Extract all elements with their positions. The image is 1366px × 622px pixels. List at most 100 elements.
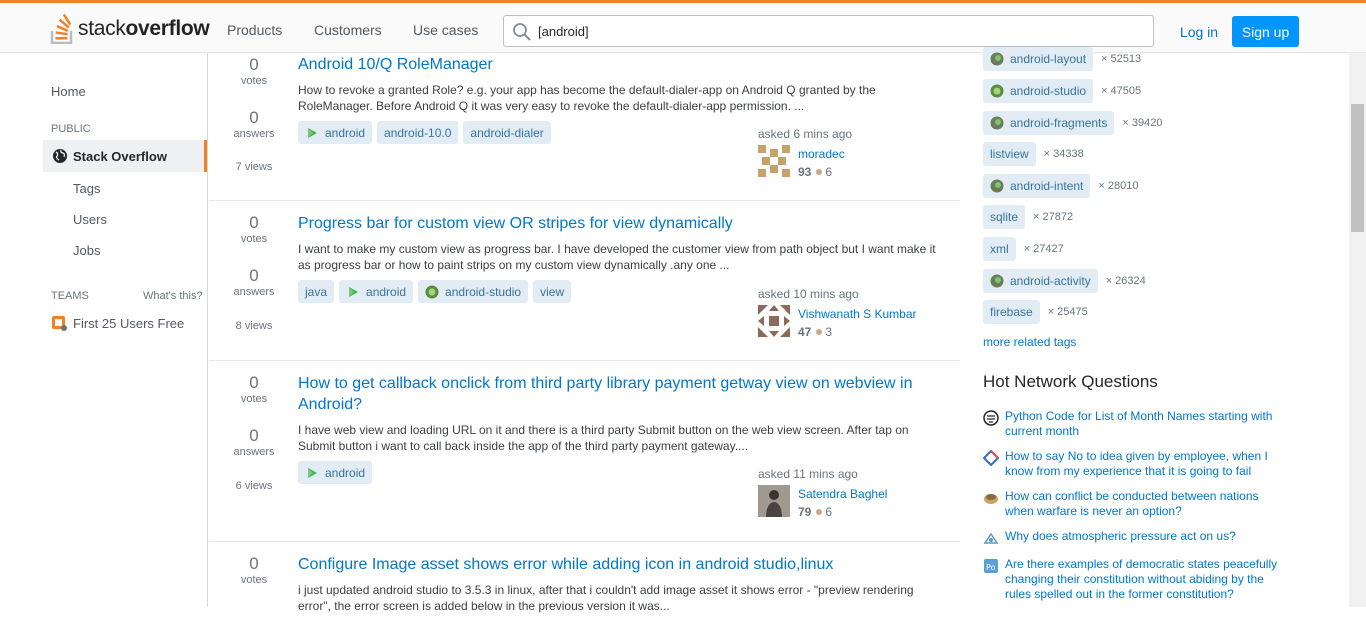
bronze-badge-icon bbox=[816, 169, 823, 175]
tag-count: × 47505 bbox=[1101, 85, 1142, 97]
nav-stack-overflow[interactable]: Stack Overflow bbox=[43, 140, 207, 172]
vote-count: 0 votes bbox=[240, 213, 268, 245]
asked-time: asked 6 mins ago bbox=[758, 127, 853, 141]
hot-question-item[interactable]: Why does atmospheric pressure act on us? bbox=[983, 529, 1283, 546]
answer-count: 0 answers bbox=[233, 108, 275, 140]
nav-jobs[interactable]: Jobs bbox=[73, 243, 100, 258]
nav-users[interactable]: Users bbox=[73, 212, 107, 227]
related-tag-row: android-activity × 26324 bbox=[983, 269, 1146, 293]
tag-count: × 27427 bbox=[1023, 243, 1064, 255]
teams-item[interactable]: First 25 Users Free bbox=[73, 316, 184, 331]
hot-question-link[interactable]: Why does atmospheric pressure act on us? bbox=[1005, 529, 1280, 546]
question-title[interactable]: How to get callback onclick from third p… bbox=[298, 373, 938, 415]
related-tag-row: android-intent × 28010 bbox=[983, 174, 1138, 198]
tag-view[interactable]: view bbox=[533, 280, 572, 303]
top-bar: stackoverflow Products Customers Use cas… bbox=[0, 0, 1366, 53]
tag-android[interactable]: android bbox=[339, 280, 414, 303]
tag-android-intent[interactable]: android-intent bbox=[983, 174, 1091, 198]
tag-count: × 34338 bbox=[1043, 148, 1084, 160]
nav-home[interactable]: Home bbox=[51, 84, 86, 99]
nav-use-cases[interactable]: Use cases bbox=[413, 22, 478, 38]
public-label: PUBLIC bbox=[51, 123, 91, 135]
android-icon bbox=[308, 467, 317, 478]
hot-question-item[interactable]: Python Code for List of Month Names star… bbox=[983, 409, 1283, 439]
related-tag-row: xml × 27427 bbox=[983, 237, 1064, 261]
tag-count: × 26324 bbox=[1105, 275, 1146, 287]
related-tag-row: android-studio × 47505 bbox=[983, 79, 1141, 103]
nav-products[interactable]: Products bbox=[227, 22, 282, 38]
signup-button[interactable]: Sign up bbox=[1232, 16, 1299, 47]
tag-android[interactable]: android bbox=[298, 461, 373, 484]
question-title[interactable]: Android 10/Q RoleManager bbox=[298, 54, 938, 75]
hot-question-item[interactable]: Po Are there examples of democratic stat… bbox=[983, 557, 1283, 602]
tag-listview[interactable]: listview bbox=[983, 142, 1036, 166]
question-excerpt: i just updated android studio to 3.5.3 i… bbox=[298, 583, 914, 613]
more-related-tags-link[interactable]: more related tags bbox=[983, 335, 1076, 349]
view-count: 8 views bbox=[235, 320, 273, 332]
question-tags: android android-10.0 android-dialer bbox=[298, 121, 551, 144]
question-summary: 0 votes Configure Image asset shows error… bbox=[209, 542, 960, 622]
hot-question-item[interactable]: How to say No to idea given by employee,… bbox=[983, 449, 1283, 479]
view-count: 6 views bbox=[235, 480, 273, 492]
user-name[interactable]: moradec bbox=[798, 147, 845, 161]
tag-sqlite[interactable]: sqlite bbox=[983, 205, 1026, 229]
tag-count: × 28010 bbox=[1098, 180, 1139, 192]
tag-android-studio[interactable]: android-studio bbox=[418, 280, 529, 303]
android-icon bbox=[990, 179, 1004, 193]
bronze-badge-icon bbox=[816, 329, 823, 335]
avatar[interactable] bbox=[758, 145, 790, 177]
hot-question-link[interactable]: How to say No to idea given by employee,… bbox=[1005, 449, 1280, 479]
question-title[interactable]: Configure Image asset shows error while … bbox=[298, 554, 938, 575]
asked-time: asked 10 mins ago bbox=[758, 287, 859, 301]
vote-count: 0 votes bbox=[240, 554, 268, 586]
android-studio-icon bbox=[425, 285, 439, 298]
question-tags: android bbox=[298, 461, 373, 484]
logo-text: stackoverflow bbox=[78, 17, 210, 40]
tag-android-10[interactable]: android-10.0 bbox=[377, 121, 459, 144]
android-icon bbox=[349, 286, 359, 297]
stackoverflow-logo[interactable]: stackoverflow bbox=[50, 13, 210, 45]
user-reputation: 79 6 bbox=[798, 505, 833, 519]
tag-count: × 52513 bbox=[1101, 53, 1142, 65]
codegolf-icon bbox=[983, 410, 999, 426]
nav-tags[interactable]: Tags bbox=[73, 181, 100, 196]
search-input[interactable]: [android] bbox=[503, 15, 1154, 47]
globe-icon bbox=[53, 149, 67, 163]
user-name[interactable]: Vishwanath S Kumbar bbox=[798, 307, 917, 321]
hot-question-item[interactable]: How can conflict be conducted between na… bbox=[983, 489, 1283, 519]
hot-question-link[interactable]: How can conflict be conducted between na… bbox=[1005, 489, 1280, 519]
avatar[interactable] bbox=[758, 485, 790, 517]
hot-question-link[interactable]: Are there examples of democratic states … bbox=[1005, 557, 1280, 602]
android-icon bbox=[990, 52, 1004, 66]
workplace-icon bbox=[983, 450, 999, 466]
svg-text:Po: Po bbox=[986, 563, 996, 572]
login-button[interactable]: Log in bbox=[1173, 16, 1225, 47]
user-name[interactable]: Satendra Baghel bbox=[798, 487, 887, 501]
tag-count: × 25475 bbox=[1047, 306, 1088, 318]
tag-xml[interactable]: xml bbox=[983, 237, 1016, 261]
android-icon bbox=[308, 127, 317, 138]
search-icon bbox=[513, 23, 531, 41]
search-value: [android] bbox=[538, 24, 589, 39]
avatar[interactable] bbox=[758, 305, 790, 337]
scrollbar-thumb[interactable] bbox=[1351, 104, 1364, 232]
question-summary: 0 votes 0 answers 8 views Progress bar for… bbox=[209, 201, 960, 361]
tag-android[interactable]: android bbox=[298, 121, 373, 144]
question-excerpt: I have web view and loading URL on it an… bbox=[298, 423, 909, 453]
question-summary: 0 votes 0 answers 7 views Android 10/Q Rol… bbox=[209, 47, 960, 201]
tag-firebase[interactable]: firebase bbox=[983, 300, 1040, 324]
left-sidebar: Home PUBLIC Stack Overflow Tags Users Jo… bbox=[0, 53, 208, 607]
tag-android-studio[interactable]: android-studio bbox=[983, 79, 1094, 103]
whats-this-link[interactable]: What's this? bbox=[143, 290, 203, 302]
tag-android-layout[interactable]: android-layout bbox=[983, 47, 1094, 71]
tag-android-activity[interactable]: android-activity bbox=[983, 269, 1098, 293]
nav-customers[interactable]: Customers bbox=[314, 22, 382, 38]
related-tag-row: android-fragments × 39420 bbox=[983, 111, 1162, 135]
hot-question-link[interactable]: Python Code for List of Month Names star… bbox=[1005, 409, 1280, 439]
tag-java[interactable]: java bbox=[298, 280, 335, 303]
android-icon bbox=[990, 274, 1004, 288]
vote-count: 0 votes bbox=[240, 55, 268, 87]
tag-android-dialer[interactable]: android-dialer bbox=[463, 121, 551, 144]
question-title[interactable]: Progress bar for custom view OR stripes … bbox=[298, 213, 938, 234]
tag-android-fragments[interactable]: android-fragments bbox=[983, 111, 1115, 135]
